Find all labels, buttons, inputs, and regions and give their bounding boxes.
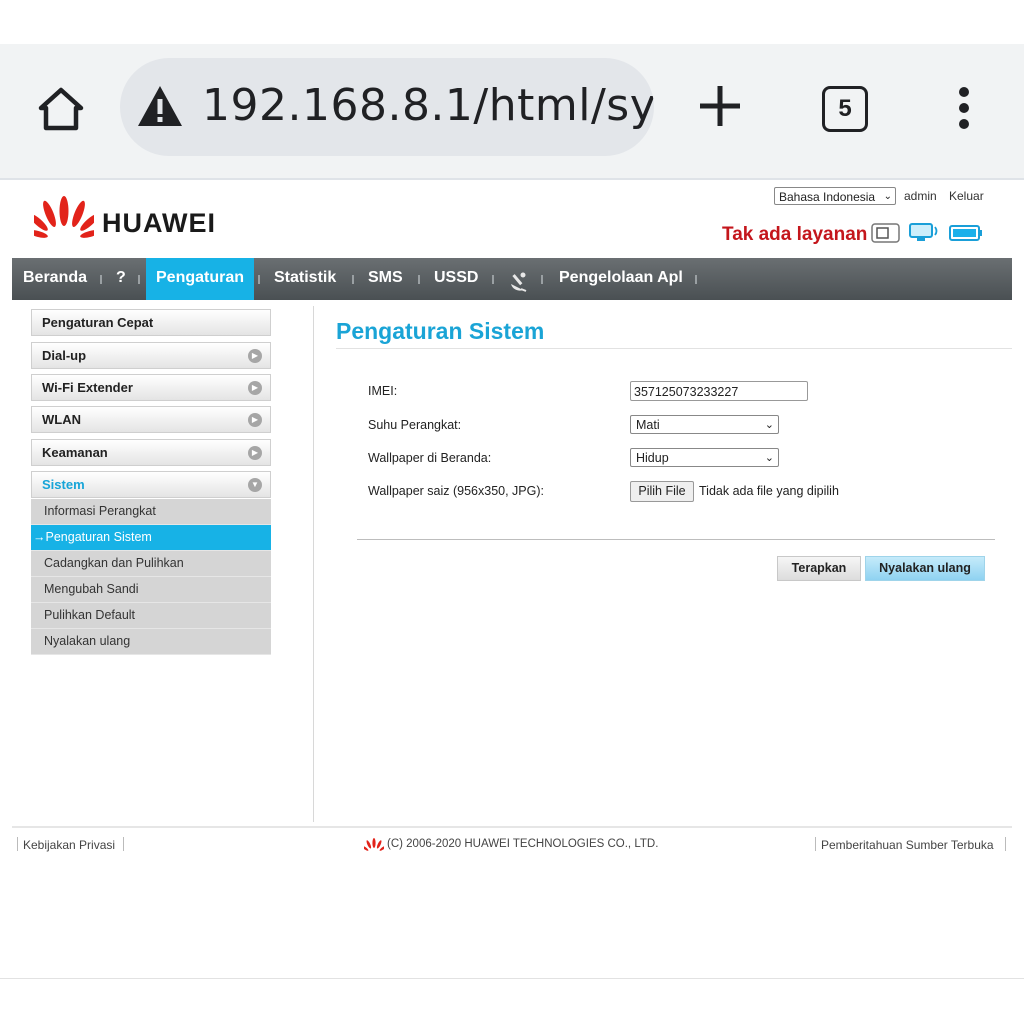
restart-button[interactable]: Nyalakan ulang: [865, 556, 985, 581]
logout-link[interactable]: Keluar: [949, 189, 984, 203]
form-divider: [357, 539, 995, 540]
wallpaper-size-label: Wallpaper saiz (956x350, JPG):: [368, 484, 545, 498]
page-title: Pengaturan Sistem: [336, 318, 545, 344]
nav-help[interactable]: ?: [116, 258, 126, 300]
content-divider: [313, 306, 314, 822]
sidebar-item-label: Pengaturan Cepat: [42, 315, 154, 330]
sidebar-item-label: WLAN: [42, 412, 81, 427]
chevron-down-icon: ⌄: [883, 191, 892, 202]
sidebar-item-dial-up[interactable]: Dial-up ▶: [31, 342, 271, 369]
copyright-text: (C) 2006-2020 HUAWEI TECHNOLOGIES CO., L…: [387, 838, 659, 850]
chevron-right-icon: ▶: [248, 413, 262, 427]
battery-icon: [949, 222, 983, 244]
temperature-select[interactable]: Mati ⌄: [630, 415, 779, 434]
imei-label: IMEI:: [368, 384, 398, 398]
title-divider: [336, 348, 1012, 349]
main-nav: Beranda ? Pengaturan Statistik SMS USSD …: [12, 258, 1012, 300]
sidebar-item-label: Keamanan: [42, 445, 108, 460]
user-label: admin: [904, 189, 937, 203]
sidebar-subitem-nyalakan-ulang[interactable]: Nyalakan ulang: [31, 629, 271, 655]
address-bar[interactable]: 192.168.8.1/html/syste: [120, 58, 654, 156]
open-source-link[interactable]: Pemberitahuan Sumber Terbuka: [821, 838, 994, 852]
sidebar-item-wifi-extender[interactable]: Wi-Fi Extender ▶: [31, 374, 271, 401]
sidebar-item-keamanan[interactable]: Keamanan ▶: [31, 439, 271, 466]
chevron-down-icon: ⌄: [764, 452, 774, 464]
imei-field[interactable]: 357125073233227: [630, 381, 808, 401]
sidebar-item-pengaturan-cepat[interactable]: Pengaturan Cepat: [31, 309, 271, 336]
sidebar-subitem-informasi-perangkat[interactable]: Informasi Perangkat: [31, 499, 271, 525]
sidebar-item-label: Dial-up: [42, 348, 87, 363]
computer-icon: [908, 222, 942, 244]
huawei-small-logo-icon: [361, 838, 387, 854]
bottom-divider: [0, 978, 1024, 979]
chevron-right-icon: ▶: [248, 446, 262, 460]
language-value: Bahasa Indonesia: [779, 190, 876, 204]
wallpaper-label: Wallpaper di Beranda:: [368, 451, 492, 465]
sidebar-sublist: Informasi Perangkat →Pengaturan Sistem C…: [31, 499, 271, 655]
footer-divider: [12, 826, 1012, 828]
sidebar-item-label: Wi-Fi Extender: [42, 380, 133, 395]
nav-pengelolaan-apl[interactable]: Pengelolaan Apl: [559, 258, 683, 300]
wallpaper-select[interactable]: Hidup ⌄: [630, 448, 779, 467]
plus-icon[interactable]: [694, 80, 746, 132]
sidebar-item-wlan[interactable]: WLAN ▶: [31, 406, 271, 433]
status-strip: [0, 0, 1024, 44]
sidebar-item-sistem[interactable]: Sistem ▼: [31, 471, 271, 498]
nav-pengaturan[interactable]: Pengaturan: [146, 258, 255, 300]
sidebar-subitem-pengaturan-sistem[interactable]: →Pengaturan Sistem: [31, 525, 271, 551]
brand-name: HUAWEI: [102, 208, 216, 238]
url-text[interactable]: 192.168.8.1/html/syste: [202, 80, 654, 131]
sidebar-subitem-pulihkan-default[interactable]: Pulihkan Default: [31, 603, 271, 629]
sidebar-subitem-cadangkan[interactable]: Cadangkan dan Pulihkan: [31, 551, 271, 577]
nav-beranda[interactable]: Beranda: [23, 258, 87, 300]
chevron-right-icon: ▶: [248, 381, 262, 395]
chevron-down-icon: ▼: [248, 478, 262, 492]
file-status: Tidak ada file yang dipilih: [699, 484, 839, 498]
warning-icon[interactable]: [136, 84, 184, 128]
sim-icon: [871, 222, 901, 244]
chevron-right-icon: ▶: [248, 349, 262, 363]
sidebar-subitem-mengubah-sandi[interactable]: Mengubah Sandi: [31, 577, 271, 603]
wallpaper-value: Hidup: [636, 451, 669, 465]
temperature-label: Suhu Perangkat:: [368, 418, 462, 432]
huawei-logo-icon: [28, 195, 100, 247]
chevron-down-icon: ⌄: [764, 419, 774, 431]
network-status: Tak ada layanan: [722, 224, 868, 245]
satellite-icon[interactable]: [508, 268, 530, 292]
choose-file-button[interactable]: Pilih File: [630, 481, 694, 502]
nav-statistik[interactable]: Statistik: [274, 258, 336, 300]
home-icon[interactable]: [36, 84, 86, 134]
apply-button[interactable]: Terapkan: [777, 556, 861, 581]
sidebar-item-label: Sistem: [42, 477, 85, 492]
more-icon[interactable]: [952, 84, 976, 134]
privacy-link[interactable]: Kebijakan Privasi: [23, 838, 115, 852]
nav-ussd[interactable]: USSD: [434, 258, 478, 300]
temperature-value: Mati: [636, 418, 660, 432]
language-select[interactable]: Bahasa Indonesia ⌄: [774, 187, 896, 205]
tabs-icon[interactable]: 5: [822, 86, 868, 132]
nav-sms[interactable]: SMS: [368, 258, 403, 300]
